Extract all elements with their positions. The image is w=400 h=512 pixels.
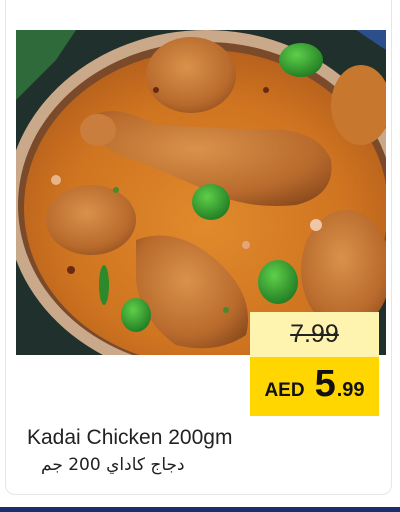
bottom-accent-strip xyxy=(0,507,400,512)
curry-dish-illustration xyxy=(16,30,386,355)
price-badge: 7.99 AED 5 .99 xyxy=(250,312,379,416)
product-name-arabic: دجاج كاداي 200 جم xyxy=(41,455,185,475)
old-price-box: 7.99 xyxy=(250,312,379,357)
currency-label: AED xyxy=(264,380,305,401)
product-name[interactable]: Kadai Chicken 200gm xyxy=(27,426,232,450)
old-price: 7.99 xyxy=(290,320,339,348)
new-price-integer: 5 xyxy=(314,363,336,405)
product-image[interactable] xyxy=(16,30,386,355)
new-price-decimal: .99 xyxy=(336,379,365,401)
new-price-box: AED 5 .99 xyxy=(250,357,379,416)
